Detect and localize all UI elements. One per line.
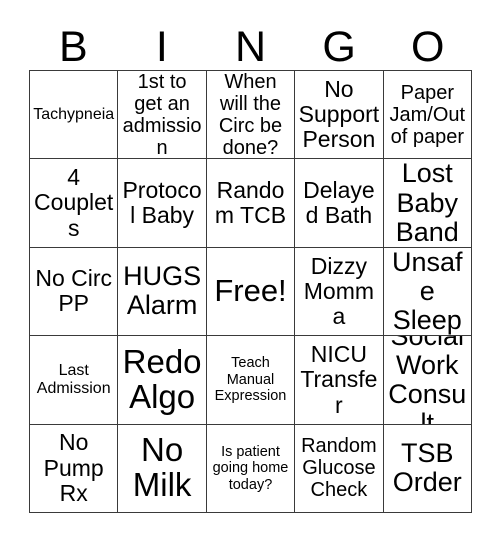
bingo-header-letter-n: N: [234, 23, 267, 71]
bingo-cell-label: Unsafe Sleep: [392, 247, 463, 336]
bingo-cell[interactable]: HUGS Alarm: [118, 247, 207, 337]
bingo-cell-label: Teach Manual Expression: [214, 355, 287, 405]
bingo-cell[interactable]: Tachypneia: [30, 71, 119, 160]
bingo-cell[interactable]: 4 Couplets: [30, 159, 119, 248]
bingo-cell-label: No Milk: [132, 431, 192, 504]
bingo-cell-label: Lost Baby Band: [395, 159, 459, 247]
bingo-cell-label: When will the Circ be done?: [218, 71, 283, 159]
bingo-cell-label: NICU Transfer: [300, 340, 378, 418]
bingo-cell-label: Random TCB: [214, 176, 287, 229]
bingo-cell-label: Paper Jam/Out of paper: [389, 81, 466, 148]
bingo-header-letter-i: I: [155, 23, 168, 71]
bingo-cell[interactable]: Paper Jam/Out of paper: [383, 71, 472, 160]
bingo-cell-label: No Support Person: [298, 75, 380, 153]
bingo-cell[interactable]: Random Glucose Check: [295, 424, 384, 513]
bingo-cell-label: No Circ PP: [35, 265, 113, 317]
bingo-cell[interactable]: Redo Algo: [118, 336, 207, 425]
bingo-cell-label: 1st to get an admission: [122, 71, 202, 159]
bingo-cell-label: Random Glucose Check: [301, 435, 377, 502]
bingo-grid: Tachypneia 1st to get an admission When wi…: [29, 70, 472, 513]
bingo-cell-label: Social Work Consult: [388, 336, 467, 425]
bingo-cell-label: Tachypneia: [33, 105, 115, 123]
bingo-cell[interactable]: Social Work Consult: [383, 336, 472, 425]
bingo-cell[interactable]: Protocol Baby: [118, 159, 207, 248]
bingo-card: B I N G O Tachypneia 1st to get an admiss…: [0, 0, 500, 544]
bingo-header-row: B I N G O: [29, 14, 472, 70]
bingo-cell[interactable]: Free!: [206, 247, 296, 337]
bingo-cell[interactable]: 1st to get an admission: [118, 71, 207, 160]
bingo-cell-label: Is patient going home today?: [212, 443, 289, 493]
bingo-cell-label: 4 Couplets: [34, 164, 114, 241]
bingo-cell[interactable]: Unsafe Sleep: [383, 247, 472, 337]
bingo-cell-label: Dizzy Momma: [303, 252, 375, 330]
bingo-cell-label: Free!: [214, 273, 287, 309]
bingo-header-letter-g: G: [322, 23, 356, 71]
bingo-cell-label: HUGS Alarm: [123, 261, 202, 321]
bingo-header-letter-o: O: [410, 23, 445, 71]
bingo-cell[interactable]: No Milk: [118, 424, 207, 513]
bingo-header-letter-b: B: [58, 23, 88, 71]
bingo-cell[interactable]: Dizzy Momma: [295, 247, 384, 337]
bingo-cell[interactable]: No Circ PP: [30, 247, 119, 337]
bingo-cell[interactable]: Is patient going home today?: [206, 424, 296, 513]
bingo-cell[interactable]: No Pump Rx: [30, 424, 119, 513]
bingo-cell[interactable]: Random TCB: [206, 159, 296, 248]
bingo-cell[interactable]: Last Admission: [30, 336, 119, 425]
bingo-cell[interactable]: TSB Order: [383, 424, 472, 513]
bingo-cell[interactable]: Teach Manual Expression: [206, 336, 296, 425]
bingo-cell[interactable]: Delayed Bath: [295, 159, 384, 248]
bingo-cell-label: Delayed Bath: [303, 176, 375, 229]
bingo-cell[interactable]: No Support Person: [295, 71, 384, 160]
bingo-cell-label: Protocol Baby: [122, 176, 202, 229]
bingo-cell-label: TSB Order: [392, 438, 462, 498]
bingo-cell-label: Redo Algo: [122, 342, 202, 415]
bingo-cell[interactable]: Lost Baby Band: [383, 159, 472, 248]
bingo-cell-label: Last Admission: [36, 361, 111, 397]
bingo-cell[interactable]: When will the Circ be done?: [206, 71, 296, 160]
bingo-cell-label: No Pump Rx: [43, 429, 104, 506]
bingo-cell[interactable]: NICU Transfer: [295, 336, 384, 425]
